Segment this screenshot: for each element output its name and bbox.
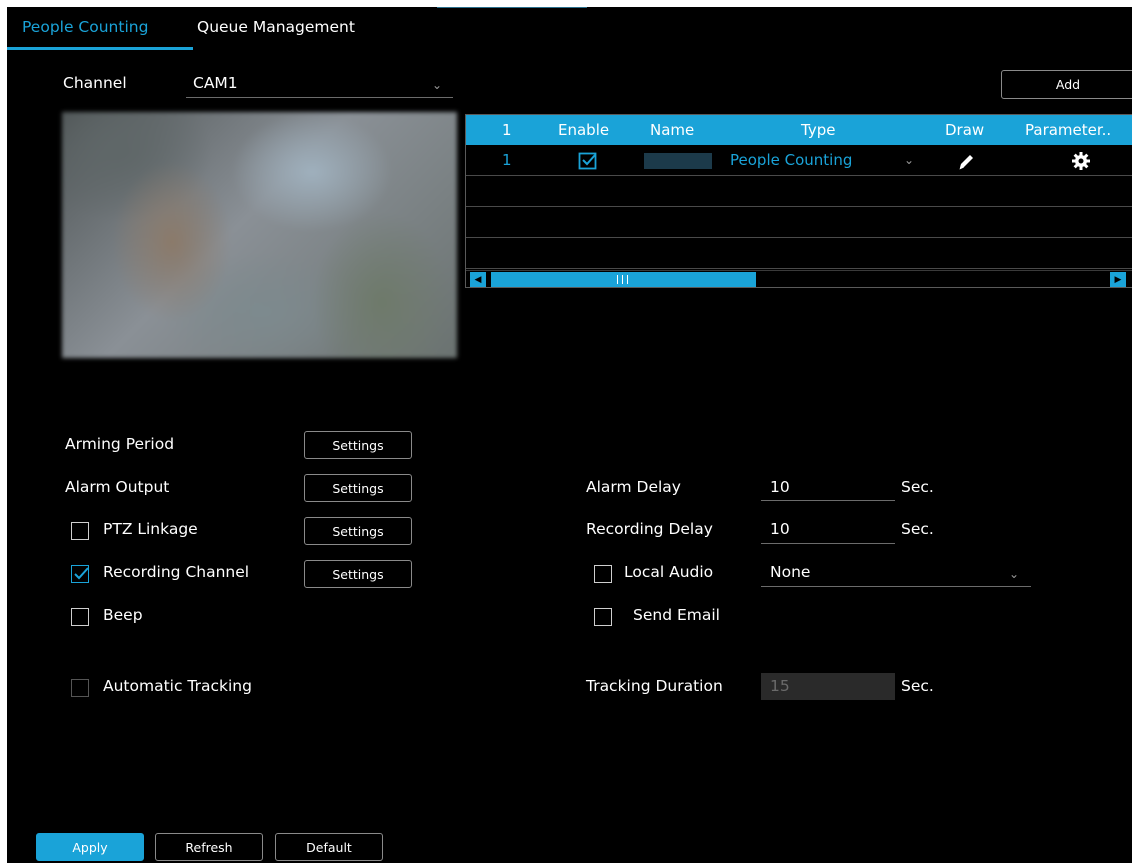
channel-value: CAM1	[193, 74, 238, 92]
send-email-checkbox[interactable]	[594, 608, 612, 626]
top-accent-line	[437, 7, 587, 8]
tab-queue-management[interactable]: Queue Management	[197, 18, 355, 36]
header-type: Type	[801, 121, 836, 139]
tracking-duration-unit: Sec.	[901, 677, 934, 695]
grip-line	[617, 275, 618, 284]
alarm-output-settings-button[interactable]: Settings	[304, 474, 412, 502]
chevron-down-icon: ⌄	[904, 153, 915, 167]
recording-channel-label: Recording Channel	[103, 563, 250, 581]
rule-name-field[interactable]	[644, 153, 712, 169]
ptz-linkage-checkbox[interactable]	[71, 522, 89, 540]
scrollbar-thumb[interactable]	[491, 272, 756, 287]
ptz-linkage-settings-button[interactable]: Settings	[304, 517, 412, 545]
local-audio-underline	[761, 586, 1031, 587]
header-enable: Enable	[558, 121, 610, 139]
chevron-down-icon: ⌄	[432, 78, 443, 92]
send-email-label: Send Email	[633, 606, 720, 624]
tab-people-counting[interactable]: People Counting	[22, 18, 148, 36]
table-row[interactable]	[466, 176, 1132, 207]
recording-delay-underline	[761, 543, 895, 544]
channel-label: Channel	[63, 74, 127, 92]
alarm-output-label: Alarm Output	[65, 478, 170, 496]
local-audio-checkbox[interactable]	[594, 565, 612, 583]
header-parameter: Parameter..	[1025, 121, 1112, 139]
local-audio-select[interactable]: None ⌄	[761, 560, 1031, 588]
recording-delay-input[interactable]: 10	[770, 520, 790, 538]
refresh-button[interactable]: Refresh	[155, 833, 263, 861]
recording-channel-settings-button[interactable]: Settings	[304, 560, 412, 588]
arming-period-settings-button[interactable]: Settings	[304, 431, 412, 459]
tracking-duration-label: Tracking Duration	[586, 677, 723, 695]
grip-line	[622, 275, 623, 284]
gear-icon[interactable]	[1071, 151, 1091, 171]
rule-type-select[interactable]: People Counting	[730, 151, 852, 169]
recording-delay-label: Recording Delay	[586, 520, 713, 538]
default-button[interactable]: Default	[275, 833, 383, 861]
header-name: Name	[650, 121, 695, 139]
channel-underline	[186, 97, 453, 98]
alarm-delay-input[interactable]: 10	[770, 478, 790, 496]
row-index: 1	[502, 151, 512, 169]
alarm-delay-underline	[761, 500, 895, 501]
rule-table: 1 Enable Name Type Draw Parameter.. 1 Pe…	[465, 114, 1132, 288]
apply-button[interactable]: Apply	[36, 833, 144, 861]
ptz-linkage-label: PTZ Linkage	[103, 520, 198, 538]
recording-channel-checkbox[interactable]	[71, 565, 89, 583]
add-button[interactable]: Add	[1001, 70, 1132, 99]
recording-delay-unit: Sec.	[901, 520, 934, 538]
automatic-tracking-checkbox[interactable]	[71, 679, 89, 697]
table-row[interactable]	[466, 207, 1132, 238]
table-row[interactable]: 1 People Counting ⌄	[466, 145, 1132, 176]
pencil-icon[interactable]	[957, 152, 977, 172]
automatic-tracking-label: Automatic Tracking	[103, 677, 252, 695]
horizontal-scrollbar[interactable]: ◀ ▶	[466, 270, 1132, 287]
scroll-right-icon[interactable]: ▶	[1110, 272, 1126, 287]
beep-label: Beep	[103, 606, 143, 624]
chevron-down-icon: ⌄	[1009, 567, 1020, 581]
scroll-left-icon[interactable]: ◀	[470, 272, 486, 287]
beep-checkbox[interactable]	[71, 608, 89, 626]
channel-select[interactable]: CAM1 ⌄	[186, 70, 453, 99]
table-row[interactable]	[466, 238, 1132, 269]
grip-line	[627, 275, 628, 284]
header-draw: Draw	[945, 121, 985, 139]
table-header: 1 Enable Name Type Draw Parameter..	[466, 115, 1132, 145]
enable-checkbox[interactable]	[578, 151, 598, 171]
active-tab-indicator	[7, 47, 193, 50]
alarm-delay-unit: Sec.	[901, 478, 934, 496]
local-audio-label: Local Audio	[624, 563, 714, 581]
local-audio-value: None	[770, 563, 811, 581]
check-icon	[74, 567, 89, 580]
tracking-duration-input[interactable]: 15	[770, 677, 790, 695]
alarm-delay-label: Alarm Delay	[586, 478, 681, 496]
header-index: 1	[502, 121, 512, 139]
arming-period-label: Arming Period	[65, 435, 175, 453]
camera-preview[interactable]	[62, 112, 457, 358]
